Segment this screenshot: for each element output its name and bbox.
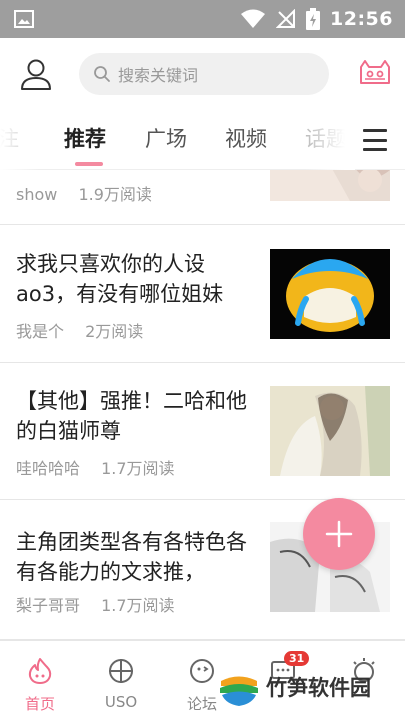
tab-square[interactable]: 广场 bbox=[145, 123, 187, 153]
globe-icon bbox=[109, 659, 133, 683]
post-meta: 我是个 2万阅读 bbox=[16, 318, 143, 342]
forum-face-icon bbox=[190, 659, 214, 683]
post-title: 主角团类型各有各特色各有各能力的文求推， bbox=[16, 530, 247, 584]
post-reads: 1.7万阅读 bbox=[101, 596, 175, 615]
tab-fade-left bbox=[0, 110, 40, 170]
user-icon bbox=[21, 59, 51, 90]
category-tabs: 注 推荐 广场 视频 话题 bbox=[0, 110, 405, 170]
tab-recommend[interactable]: 推荐 bbox=[64, 123, 106, 153]
nav-uso[interactable]: USO bbox=[81, 641, 161, 720]
home-flame-icon bbox=[28, 658, 52, 684]
mascot-button[interactable] bbox=[359, 59, 391, 89]
search-input[interactable]: 搜索关键词 bbox=[79, 53, 329, 95]
nav-forum-label: 论坛 bbox=[186, 695, 217, 713]
no-signal-icon bbox=[276, 9, 296, 28]
post-reads: 1.7万阅读 bbox=[101, 459, 175, 478]
post-author: 梨子哥哥 bbox=[16, 596, 81, 615]
create-post-button[interactable] bbox=[303, 498, 375, 570]
menu-icon[interactable] bbox=[363, 129, 387, 151]
nav-uso-label: USO bbox=[104, 693, 138, 711]
top-header: 搜索关键词 bbox=[0, 38, 405, 110]
active-tab-indicator bbox=[75, 162, 103, 166]
post-meta: 哇哈哈哈 1.7万阅读 bbox=[16, 455, 175, 479]
post-reads: 2万阅读 bbox=[85, 322, 144, 341]
post-thumbnail bbox=[270, 386, 390, 476]
tab-video[interactable]: 视频 bbox=[225, 123, 267, 153]
status-bar: 12:56 bbox=[0, 0, 405, 38]
post-meta: show 1.9万阅读 bbox=[16, 181, 152, 205]
list-item[interactable]: 求我只喜欢你的人设ao3，有没有哪位姐妹 我是个 2万阅读 bbox=[0, 225, 405, 363]
watermark-text: 竹笋软件园 bbox=[266, 676, 371, 700]
image-notification-icon bbox=[14, 10, 34, 28]
watermark-logo-icon bbox=[219, 667, 259, 707]
post-title: 求我只喜欢你的人设ao3，有没有哪位姐妹 bbox=[16, 252, 224, 306]
post-meta: 梨子哥哥 1.7万阅读 bbox=[16, 592, 175, 616]
post-author: 我是个 bbox=[16, 322, 65, 341]
status-time: 12:56 bbox=[330, 8, 393, 30]
search-placeholder: 搜索关键词 bbox=[118, 66, 199, 85]
nav-home-label: 首页 bbox=[24, 695, 55, 713]
message-badge: 31 bbox=[284, 651, 310, 666]
search-icon bbox=[94, 66, 110, 82]
post-reads: 1.9万阅读 bbox=[78, 185, 152, 204]
list-item[interactable]: show 1.9万阅读 bbox=[0, 170, 405, 225]
post-thumbnail bbox=[270, 249, 390, 339]
profile-button[interactable] bbox=[18, 56, 54, 92]
list-item[interactable]: 【其他】强推！二哈和他的白猫师尊 哇哈哈哈 1.7万阅读 bbox=[0, 363, 405, 500]
nav-home[interactable]: 首页 bbox=[0, 641, 80, 720]
battery-charging-icon bbox=[306, 8, 321, 30]
post-author: 哇哈哈哈 bbox=[16, 459, 81, 478]
tab-fade-right bbox=[305, 110, 355, 170]
wifi-icon bbox=[241, 9, 266, 28]
post-author: show bbox=[16, 185, 58, 204]
cat-mascot-icon bbox=[360, 60, 390, 84]
plus-icon bbox=[325, 520, 353, 548]
watermark: 竹笋软件园 bbox=[218, 666, 371, 708]
post-thumbnail bbox=[270, 170, 390, 201]
post-title: 【其他】强推！二哈和他的白猫师尊 bbox=[16, 389, 247, 443]
